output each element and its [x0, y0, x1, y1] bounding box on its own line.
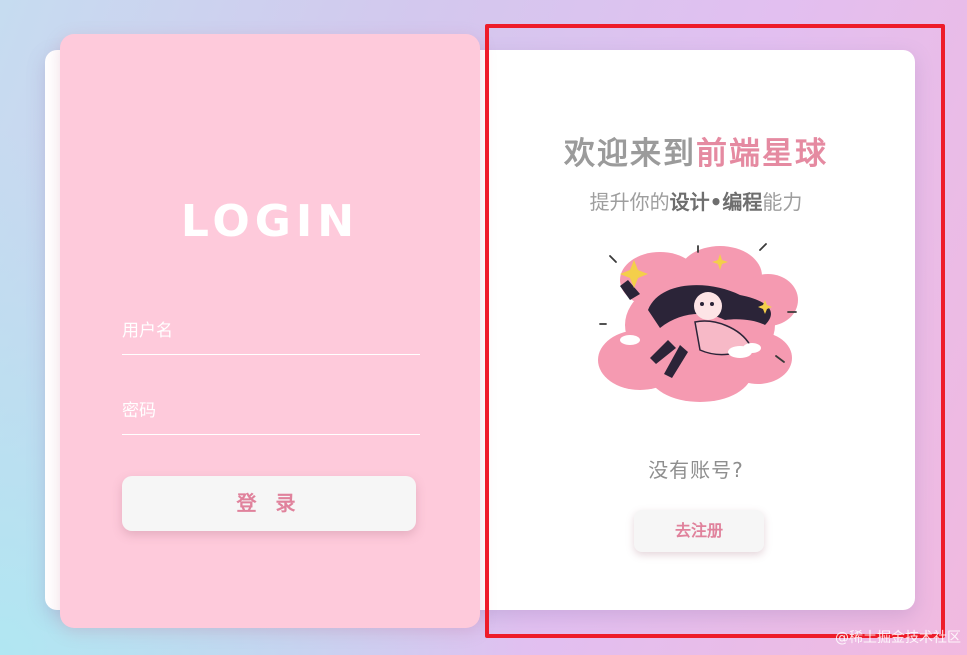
watermark: @稀土掘金技术社区	[835, 630, 961, 646]
username-placeholder: 用户名	[122, 321, 173, 341]
login-button[interactable]: 登 录	[122, 476, 416, 531]
login-card: LOGIN 用户名 密码 登 录	[60, 34, 480, 628]
highlight-box	[485, 24, 945, 638]
login-title: LOGIN	[180, 196, 360, 247]
password-field[interactable]: 密码	[122, 394, 420, 435]
password-placeholder: 密码	[122, 401, 156, 421]
username-field[interactable]: 用户名	[122, 314, 420, 355]
